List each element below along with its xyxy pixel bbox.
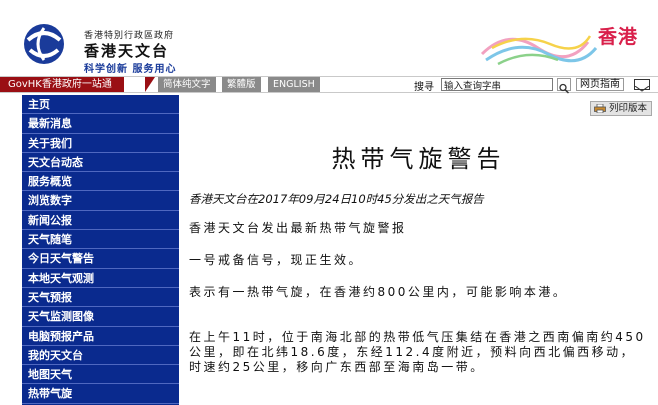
site-guide-button[interactable]: 网页指南 xyxy=(576,78,624,91)
sidebar-item-monitoring-images[interactable]: 天气监测图像 xyxy=(22,307,179,327)
warning-paragraph-4: 在上午11时，位于南海北部的热带低气压集结在香港之西南偏南约450公里，即在北纬… xyxy=(189,330,646,374)
mail-icon[interactable] xyxy=(634,79,650,92)
brand-hk-text: 香港 xyxy=(597,26,638,48)
print-icon xyxy=(594,104,606,113)
lang-traditional-link[interactable]: 繁體版 xyxy=(222,77,261,92)
sidebar-item-tropical-cyclone[interactable]: 热带气旋 xyxy=(22,384,179,404)
lang-english-link[interactable]: ENGLISH xyxy=(268,77,320,92)
sidebar-item-map-weather[interactable]: 地图天气 xyxy=(22,365,179,385)
lang-simplified-link[interactable]: 简体纯文字 xyxy=(158,77,216,92)
sidebar-item-about-us[interactable]: 关于我们 xyxy=(22,134,179,153)
sidebar-item-home[interactable]: 主页 xyxy=(22,95,179,115)
sidebar-menu: 主页 最新消息 关于我们 天文台动态 服务概览 浏览数字 新闻公报 天气随笔 今… xyxy=(22,95,179,405)
sidebar-item-local-observations[interactable]: 本地天气观测 xyxy=(22,269,179,288)
top-navigation-bar: GovHK香港政府一站通 简体纯文字 繁體版 ENGLISH 搜寻 网页指南 xyxy=(0,76,658,94)
observatory-logo-icon[interactable] xyxy=(18,22,70,66)
warning-paragraph-3: 表示有一热带气旋，在香港约800公里内，可能影响本港。 xyxy=(189,285,568,299)
search-icon xyxy=(559,83,570,94)
warning-paragraph-1: 香港天文台发出最新热带气旋警报 xyxy=(189,221,407,235)
print-version-button[interactable]: 列印版本 xyxy=(589,101,652,116)
org-title[interactable]: 香港天文台 xyxy=(84,40,169,61)
sidebar-item-todays-warnings[interactable]: 今日天气警告 xyxy=(22,249,179,269)
org-slogan: 科学创新 服务用心 xyxy=(84,64,177,75)
page-title: 热带气旋警告 xyxy=(331,145,506,173)
mail-envelope-glyph xyxy=(634,85,650,92)
sidebar-item-press-releases[interactable]: 新闻公报 xyxy=(22,211,179,231)
govhk-tab-edge xyxy=(145,77,155,92)
print-version-label: 列印版本 xyxy=(608,103,647,114)
govhk-link[interactable]: GovHK香港政府一站通 xyxy=(0,77,124,92)
sidebar-item-services[interactable]: 服务概览 xyxy=(22,172,179,192)
sidebar-item-weather-notes[interactable]: 天气随笔 xyxy=(22,230,179,250)
sidebar-item-latest-news[interactable]: 最新消息 xyxy=(22,114,179,134)
sidebar-item-forecast[interactable]: 天气预报 xyxy=(22,288,179,308)
search-button[interactable] xyxy=(557,78,571,94)
search-label: 搜寻 xyxy=(414,82,434,93)
warning-paragraph-2: 一号戒备信号，现正生效。 xyxy=(189,253,364,267)
issued-timestamp: 香港天文台在2017年09月24日10时45分发出之天气报告 xyxy=(189,192,484,206)
main-content: 列印版本 热带气旋警告 香港天文台在2017年09月24日10时45分发出之天气… xyxy=(179,95,658,405)
sidebar-item-observatory-news[interactable]: 天文台动态 xyxy=(22,153,179,173)
sidebar-item-computer-forecast[interactable]: 电脑预报产品 xyxy=(22,327,179,346)
sidebar-item-browse-numbers[interactable]: 浏览数字 xyxy=(22,191,179,211)
site-header: 香港特別行政區政府 香港天文台 科学创新 服务用心 香港 xyxy=(0,0,658,76)
sidebar-item-my-observatory[interactable]: 我的天文台 xyxy=(22,346,179,366)
search-input[interactable] xyxy=(441,78,553,91)
